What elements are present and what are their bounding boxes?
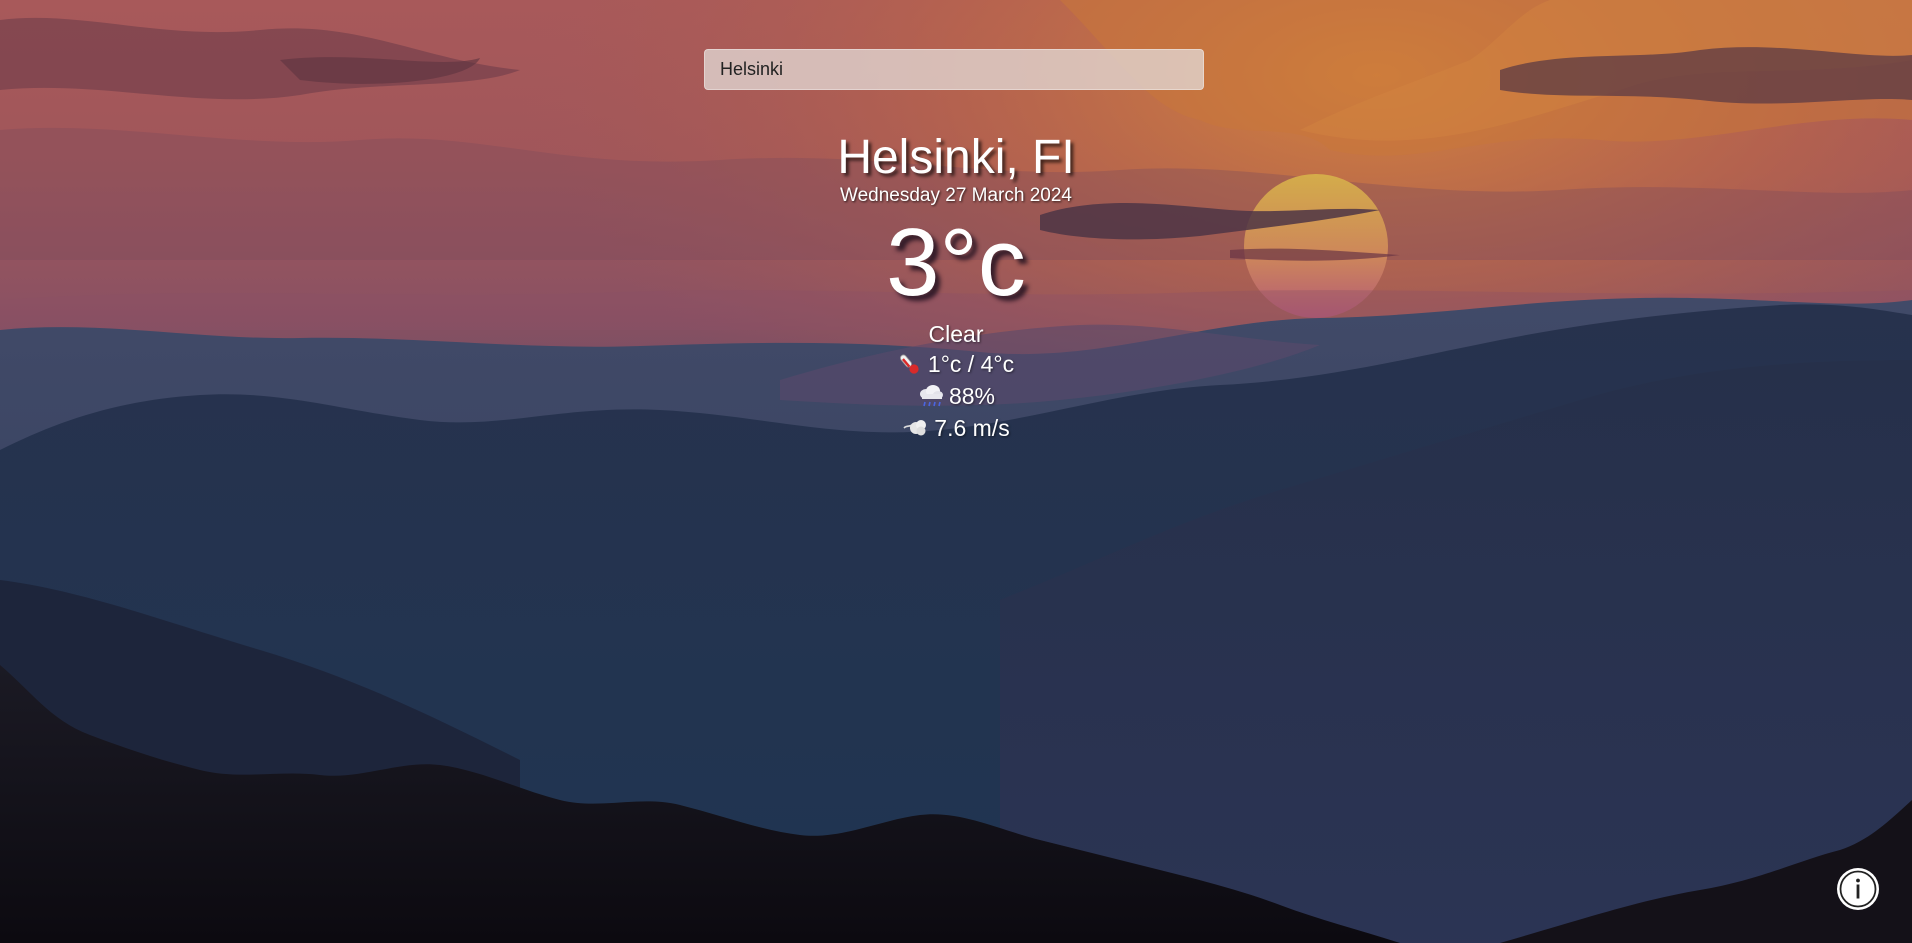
min-max-row: 1°c / 4°c	[656, 348, 1256, 380]
info-icon[interactable]	[1836, 867, 1880, 911]
weather-condition: Clear	[928, 321, 984, 347]
wind-row: 7.6 m/s	[656, 412, 1256, 444]
temperature: 3°c	[886, 209, 1026, 316]
date-label: Wednesday 27 March 2024	[839, 185, 1073, 206]
thermometer-icon	[899, 354, 919, 374]
rain-cloud-icon	[919, 385, 943, 407]
location-title: Helsinki, FI	[837, 131, 1075, 184]
min-max-value: 1°c / 4°c	[927, 351, 1015, 377]
wind-value: 7.6 m/s	[934, 415, 1010, 441]
humidity-row: 88%	[656, 380, 1256, 412]
weather-panel: Helsinki, FI Wednesday 27 March 2024 3°c…	[656, 128, 1256, 444]
humidity-value: 88%	[948, 383, 996, 409]
wind-icon	[903, 420, 927, 436]
search-input[interactable]	[704, 49, 1204, 90]
